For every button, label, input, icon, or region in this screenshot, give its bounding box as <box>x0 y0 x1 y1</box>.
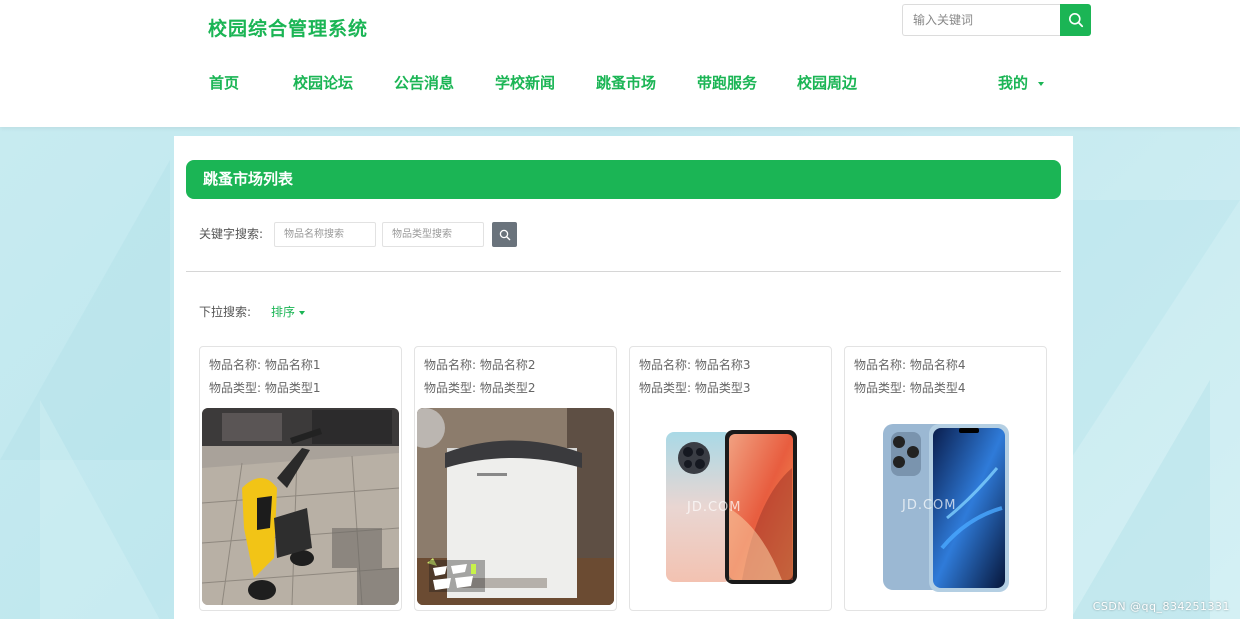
sort-dropdown-label: 排序 <box>271 305 296 319</box>
nav-item-mine[interactable]: 我的 <box>998 72 1045 93</box>
item-name: 物品名称: 物品名称3 <box>639 358 751 372</box>
item-card[interactable]: 物品名称: 物品名称1 物品类型: 物品类型1 <box>199 346 402 611</box>
main-nav: 首页 校园论坛 公告消息 学校新闻 跳蚤市场 带跑服务 校园周边 我的 <box>0 66 1240 100</box>
nav-item-home[interactable]: 首页 <box>209 72 239 93</box>
image-watermark: JD.COM <box>902 498 957 513</box>
nav-item-forum[interactable]: 校园论坛 <box>293 72 353 93</box>
main-panel: 跳蚤市场列表 关键字搜索: 下拉搜索: 排序 物品名称: 物品名称1 物品类型:… <box>174 136 1073 619</box>
nav-item-flea-market[interactable]: 跳蚤市场 <box>596 72 656 93</box>
item-name: 物品名称: 物品名称2 <box>424 358 536 372</box>
item-card[interactable]: 物品名称: 物品名称4 物品类型: 物品类型4 JD.COM <box>844 346 1047 611</box>
item-image-scooter[interactable] <box>202 408 399 605</box>
item-image-iphone[interactable]: JD.COM <box>847 408 1044 605</box>
site-header: 校园综合管理系统 首页 校园论坛 公告消息 学校新闻 跳蚤市场 带跑服务 校园周… <box>0 0 1240 127</box>
search-icon <box>1068 13 1083 28</box>
item-type: 物品类型: 物品类型1 <box>209 381 321 395</box>
divider <box>186 271 1061 272</box>
header-search-button[interactable] <box>1060 4 1091 36</box>
nav-item-errand[interactable]: 带跑服务 <box>697 72 757 93</box>
nav-mine-label: 我的 <box>998 74 1029 92</box>
header-search <box>902 4 1091 36</box>
chevron-down-icon <box>299 310 306 315</box>
dropdown-search-label: 下拉搜索: <box>199 305 252 319</box>
item-name-search-input[interactable] <box>274 222 376 247</box>
item-image-appliance[interactable] <box>417 408 614 605</box>
item-name: 物品名称: 物品名称4 <box>854 358 966 372</box>
section-title: 跳蚤市场列表 <box>186 160 1061 199</box>
item-card[interactable]: 物品名称: 物品名称3 物品类型: 物品类型3 JD.COM <box>629 346 832 611</box>
item-name: 物品名称: 物品名称1 <box>209 358 321 372</box>
nav-item-notices[interactable]: 公告消息 <box>394 72 454 93</box>
item-image-redmi-phone[interactable]: JD.COM <box>632 408 829 605</box>
image-watermark: JD.COM <box>687 500 742 515</box>
site-title[interactable]: 校园综合管理系统 <box>208 14 368 41</box>
item-card[interactable]: 物品名称: 物品名称2 物品类型: 物品类型2 <box>414 346 617 611</box>
chevron-down-icon <box>1038 81 1045 86</box>
nav-item-nearby[interactable]: 校园周边 <box>797 72 857 93</box>
background-shape <box>40 400 160 619</box>
item-type-search-input[interactable] <box>382 222 484 247</box>
keyword-search-label: 关键字搜索: <box>199 227 264 241</box>
item-type: 物品类型: 物品类型3 <box>639 381 751 395</box>
sort-dropdown[interactable]: 排序 <box>271 303 306 320</box>
keyword-search-button[interactable] <box>492 222 517 247</box>
image-overlay-text <box>427 558 497 594</box>
search-icon <box>499 229 510 240</box>
csdn-watermark: CSDN @qq_834251331 <box>1092 600 1230 613</box>
item-type: 物品类型: 物品类型2 <box>424 381 536 395</box>
header-search-input[interactable] <box>902 4 1060 36</box>
item-type: 物品类型: 物品类型4 <box>854 381 966 395</box>
background-shape <box>1070 380 1210 619</box>
nav-item-news[interactable]: 学校新闻 <box>495 72 555 93</box>
